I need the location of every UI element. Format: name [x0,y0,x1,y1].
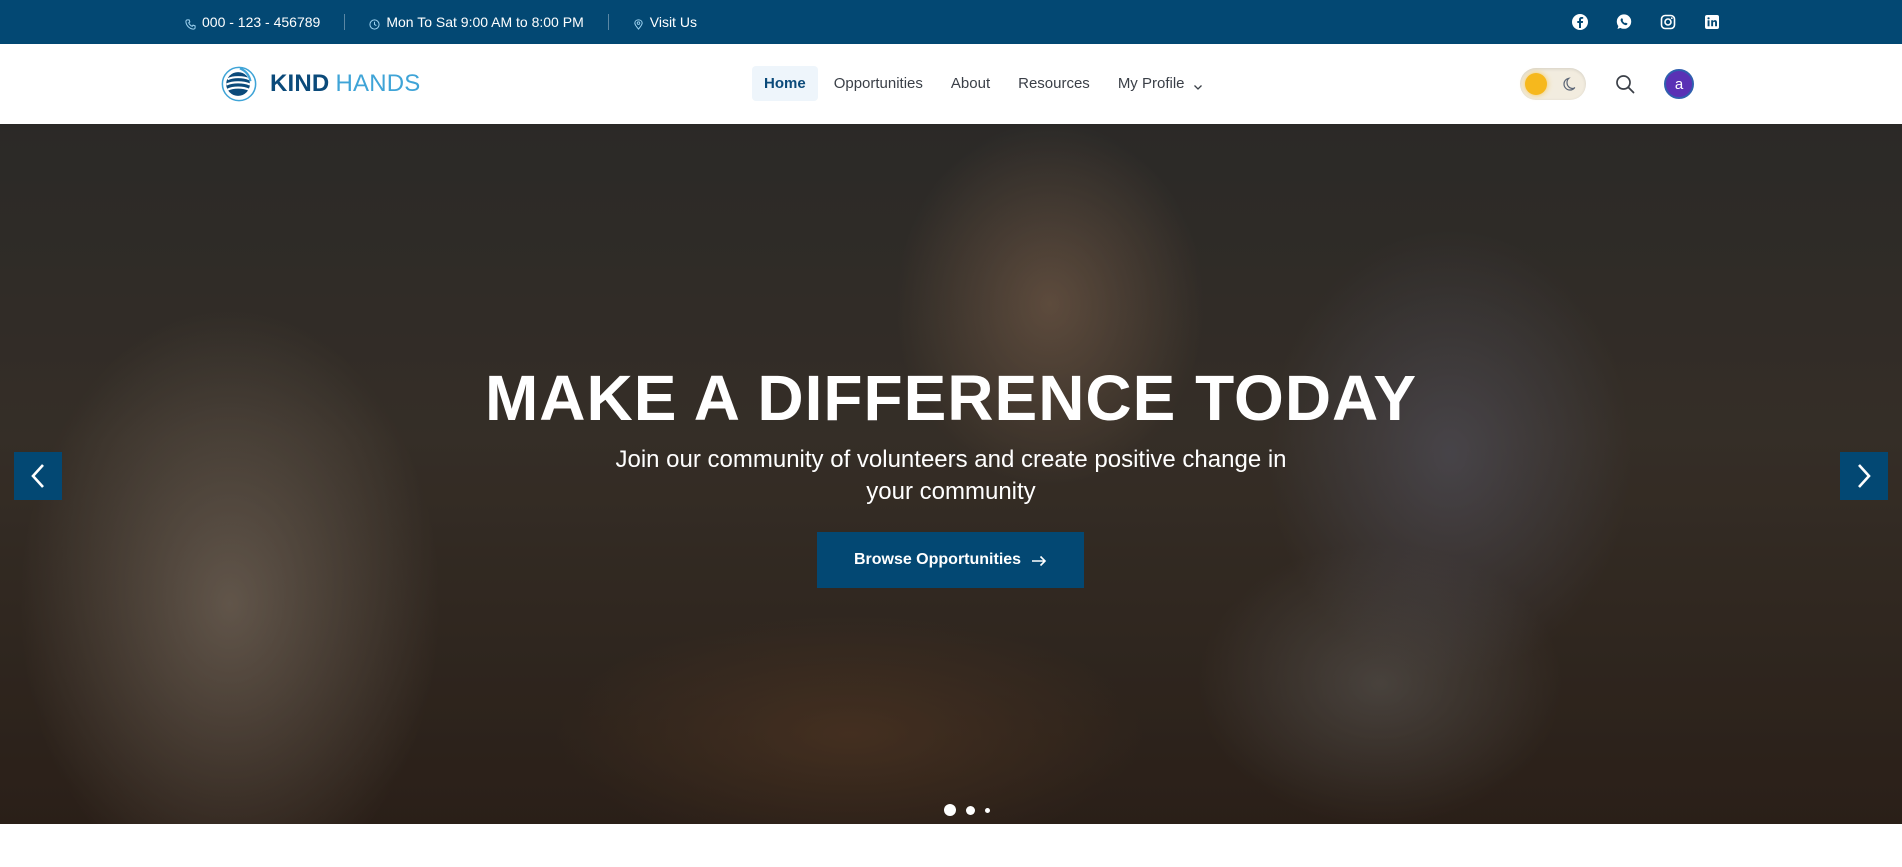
carousel-dot-3[interactable] [985,807,990,813]
visit-text: Visit Us [649,14,697,30]
linkedin-icon[interactable] [1703,13,1721,31]
nav-label: My Profile [1117,75,1185,92]
chevron-right-icon [1858,464,1871,488]
nav-home[interactable]: Home [752,66,818,101]
top-bar: 000 - 123 - 456789 Mon To Sat 9:00 AM to… [0,0,1902,44]
nav-about[interactable]: About [939,66,1002,101]
arrow-right-icon [1031,554,1047,567]
moon-icon [1562,76,1578,92]
location-pin-icon [633,17,644,30]
hero-carousel: MAKE A DIFFERENCE TODAY Join our communi… [0,124,1902,824]
phone-info[interactable]: 000 - 123 - 456789 [185,14,320,30]
sun-icon [1525,73,1547,95]
carousel-next-button[interactable] [1840,452,1888,500]
clock-icon [369,17,380,30]
hero-subtitle: Join our community of volunteers and cre… [615,446,1287,505]
nav-my-profile[interactable]: My Profile [1106,66,1215,101]
hero-title: MAKE A DIFFERENCE TODAY [484,362,1418,434]
divider [607,14,609,30]
phone-text: 000 - 123 - 456789 [202,14,321,30]
site-logo[interactable]: KIND HANDS [220,64,420,104]
nav-resources[interactable]: Resources [1006,66,1102,101]
nav-opportunities[interactable]: Opportunities [822,66,935,101]
main-nav: Home Opportunities About Resources My Pr… [752,66,1215,101]
nav-label: About [950,75,991,92]
header-actions: a [1520,64,1694,104]
logo-kind: KIND [270,70,330,97]
divider [344,14,346,30]
hours-info: Mon To Sat 9:00 AM to 8:00 PM [369,14,584,30]
hours-text: Mon To Sat 9:00 AM to 8:00 PM [386,14,584,30]
phone-icon [185,17,196,30]
carousel-dot-2[interactable] [966,805,975,815]
cta-label: Browse Opportunities [853,551,1022,568]
logo-hands: HANDS [335,70,421,97]
avatar[interactable]: a [1664,69,1694,99]
avatar-initial: a [1674,75,1684,93]
facebook-icon[interactable] [1571,13,1589,31]
carousel-indicators [944,804,990,816]
visit-link[interactable]: Visit Us [633,14,697,30]
instagram-icon[interactable] [1659,13,1677,31]
globe-logo-icon [220,65,258,103]
nav-label: Resources [1018,75,1090,92]
browse-opportunities-button[interactable]: Browse Opportunities [817,532,1084,588]
hero-content: MAKE A DIFFERENCE TODAY Join our communi… [0,362,1902,508]
nav-label: Home [764,75,806,92]
logo-text: KIND HANDS [270,70,420,98]
carousel-dot-1[interactable] [944,804,956,816]
carousel-prev-button[interactable] [14,452,62,500]
chevron-down-icon [1193,79,1203,90]
theme-toggle[interactable] [1520,68,1586,100]
chevron-left-icon [31,464,44,488]
nav-label: Opportunities [833,75,923,92]
contact-info: 000 - 123 - 456789 Mon To Sat 9:00 AM to… [185,0,697,44]
social-links [1571,0,1721,44]
whatsapp-icon[interactable] [1615,13,1633,31]
search-icon[interactable] [1614,73,1636,95]
main-header: KIND HANDS Home Opportunities About Resou… [0,44,1902,124]
